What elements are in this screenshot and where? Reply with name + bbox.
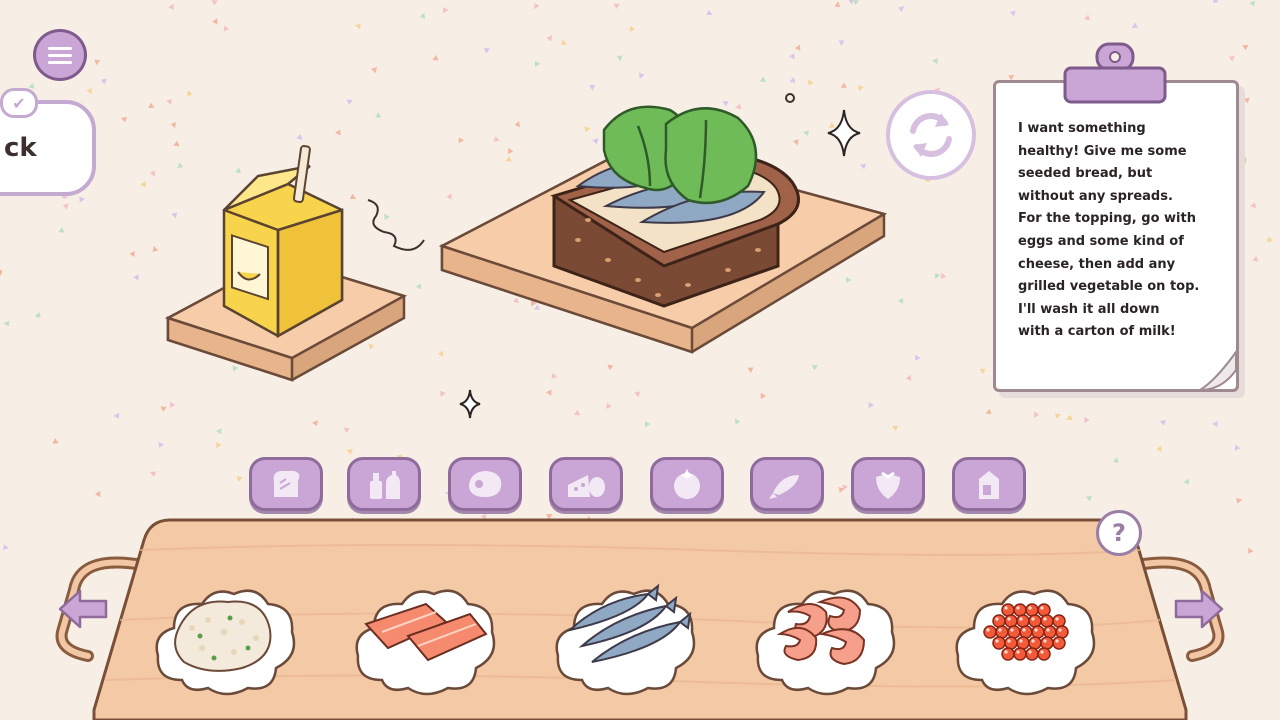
clipboard-clip-icon [1063,42,1167,104]
milk-carton-icon [222,145,344,339]
sparkle-small-icon [459,389,481,419]
order-line: For the topping, go with [1018,211,1196,227]
category-bread-button[interactable] [249,457,323,511]
category-vegetables-button[interactable] [650,457,724,511]
ingredient-rice[interactable] [152,576,300,700]
ingredient-salmon[interactable] [352,576,500,700]
tomato-icon [674,469,700,499]
strawberry-icon [876,471,900,499]
help-button[interactable]: ? [1096,510,1142,556]
ingredient-salmon-roe[interactable] [952,576,1100,700]
meat-icon [469,471,502,497]
rice-icon [174,600,272,672]
order-request-text: I want something healthy! Give me some see… [1018,118,1230,344]
sparkle-icon [827,109,861,157]
category-condiments-button[interactable] [347,457,421,511]
refresh-button[interactable] [886,90,976,180]
order-line: healthy! Give me some [1018,143,1187,159]
swirl-doodle [367,199,425,251]
bread-icon [273,471,300,497]
order-line: eggs and some kind of [1018,233,1184,249]
help-icon: ? [1112,519,1126,547]
order-line: seeded bread, but [1018,166,1153,182]
page-curl-icon [1196,350,1237,392]
ingredient-sardines[interactable] [552,576,700,700]
order-line: with a carton of milk! [1018,324,1176,340]
menu-button[interactable] [33,29,87,81]
drink-board [164,145,408,382]
order-line: without any spreads. [1018,188,1173,204]
order-line: I'll wash it all down [1018,301,1160,317]
fish-icon [769,475,799,499]
category-seafood-button[interactable] [750,457,824,511]
category-cheese-egg-button[interactable] [549,457,623,511]
category-drinks-button[interactable] [952,457,1026,511]
next-page-button[interactable] [1172,588,1226,630]
category-fruit-button[interactable] [851,457,925,511]
category-meat-button[interactable] [448,457,522,511]
checkmark-icon: ✔ [0,88,38,118]
ingredient-shrimp[interactable] [752,576,900,700]
order-line: cheese, then add any [1018,256,1176,272]
drink-carton-icon [979,471,999,499]
cheese-egg-icon [568,475,605,497]
refresh-icon [910,113,952,157]
orders-bubble-label: ck [4,133,37,163]
hamburger-icon [48,43,72,68]
sandwich-board [438,93,888,354]
condiments-icon [370,471,400,499]
order-line: I want something [1018,121,1146,136]
order-line: grilled vegetable on top. [1018,279,1200,295]
previous-page-button[interactable] [56,588,110,630]
